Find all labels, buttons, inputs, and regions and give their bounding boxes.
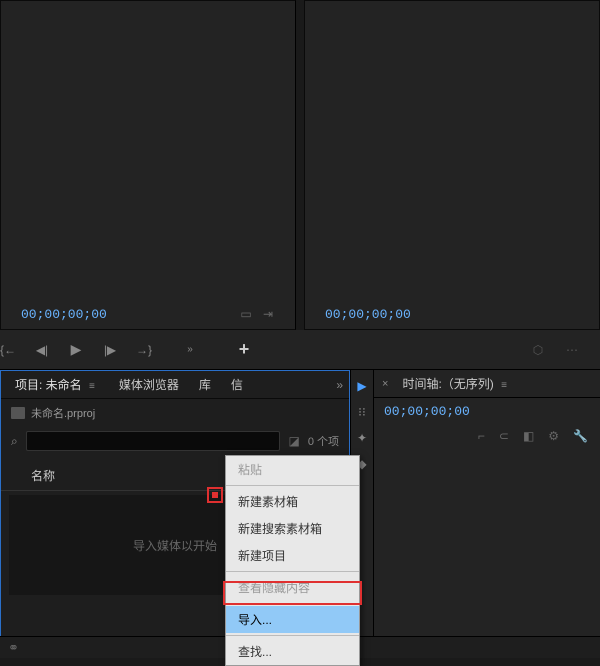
- wrench-icon[interactable]: 🔧: [573, 429, 588, 443]
- menu-import[interactable]: 导入...: [226, 606, 359, 633]
- shield-icon[interactable]: ⬡: [530, 343, 546, 357]
- play-icon[interactable]: ▶: [68, 341, 84, 358]
- overflow-icon[interactable]: ⋯: [564, 343, 580, 357]
- menu-new-project[interactable]: 新建项目: [226, 542, 359, 569]
- tabs-overflow-icon[interactable]: »: [336, 378, 343, 392]
- marker-icon[interactable]: ◧: [523, 429, 534, 443]
- timeline-timecode[interactable]: 00;00;00;00: [384, 404, 470, 419]
- transport-controls: {← ◀| ▶ |▶ →} » + ⬡ ⋯: [0, 330, 600, 370]
- menu-separator: [226, 571, 359, 572]
- program-monitor: 00;00;00;00: [304, 0, 600, 330]
- menu-paste[interactable]: 粘贴: [226, 456, 359, 483]
- chain-icon[interactable]: ⚭: [8, 640, 19, 656]
- tab-media-browser[interactable]: 媒体浏览器: [111, 372, 187, 397]
- settings-icon[interactable]: ⚙: [548, 429, 559, 443]
- settings-icon[interactable]: ⇥: [261, 307, 275, 321]
- menu-find[interactable]: 查找...: [226, 638, 359, 665]
- program-timecode[interactable]: 00;00;00;00: [325, 307, 411, 322]
- project-file-row: 未命名.prproj: [1, 399, 349, 427]
- search-input[interactable]: [26, 431, 281, 451]
- annotation-marker: [207, 487, 223, 503]
- tab-project[interactable]: 项目: 未命名 ≡: [7, 372, 107, 397]
- tab-libraries[interactable]: 库: [191, 372, 219, 397]
- search-icon: ⌕: [11, 434, 18, 449]
- close-icon[interactable]: ×: [382, 378, 388, 390]
- menu-new-bin[interactable]: 新建素材箱: [226, 488, 359, 515]
- timeline-panel: × 时间轴:（无序列) ≡ 00;00;00;00 ⌐ ⊂ ◧ ⚙ 🔧: [374, 370, 600, 658]
- ripple-tool-icon[interactable]: ✦: [354, 430, 370, 446]
- tab-menu-icon[interactable]: ≡: [497, 380, 511, 391]
- panel-tabs: 项目: 未命名 ≡ 媒体浏览器 库 信息 »: [1, 371, 349, 399]
- mark-out-icon[interactable]: →}: [136, 343, 152, 357]
- project-filename: 未命名.prproj: [31, 405, 95, 421]
- source-view[interactable]: [1, 1, 295, 299]
- filter-icon[interactable]: ◪: [288, 434, 299, 448]
- step-back-icon[interactable]: ◀|: [34, 343, 50, 357]
- track-select-tool-icon[interactable]: ⁝⁝: [354, 404, 370, 420]
- context-menu: 粘贴 新建素材箱 新建搜索素材箱 新建项目 查看隐藏内容 导入... 查找...: [225, 455, 360, 666]
- fit-icon[interactable]: ▭: [239, 307, 253, 321]
- tab-timeline[interactable]: 时间轴:（无序列) ≡: [394, 371, 519, 396]
- snap-icon[interactable]: ⌐: [478, 429, 485, 443]
- program-view[interactable]: [305, 1, 599, 299]
- item-count: 0 个项: [308, 433, 339, 449]
- source-timecode[interactable]: 00;00;00;00: [21, 307, 107, 322]
- source-monitor: 00;00;00;00 ▭ ⇥: [0, 0, 296, 330]
- menu-view-hidden[interactable]: 查看隐藏内容: [226, 574, 359, 601]
- menu-separator: [226, 635, 359, 636]
- tab-menu-icon[interactable]: ≡: [85, 381, 99, 392]
- column-name[interactable]: 名称: [11, 467, 259, 484]
- more-controls-icon[interactable]: »: [182, 344, 198, 355]
- empty-hint: 导入媒体以开始: [133, 537, 217, 554]
- mark-in-icon[interactable]: {←: [0, 343, 16, 357]
- tab-info[interactable]: 信息: [223, 372, 243, 397]
- add-marker-icon[interactable]: +: [236, 339, 252, 360]
- menu-separator: [226, 485, 359, 486]
- selection-tool-icon[interactable]: ▶: [354, 378, 370, 394]
- step-forward-icon[interactable]: |▶: [102, 343, 118, 357]
- menu-new-search-bin[interactable]: 新建搜索素材箱: [226, 515, 359, 542]
- link-icon[interactable]: ⊂: [499, 429, 509, 443]
- folder-icon: [11, 407, 25, 419]
- menu-separator: [226, 603, 359, 604]
